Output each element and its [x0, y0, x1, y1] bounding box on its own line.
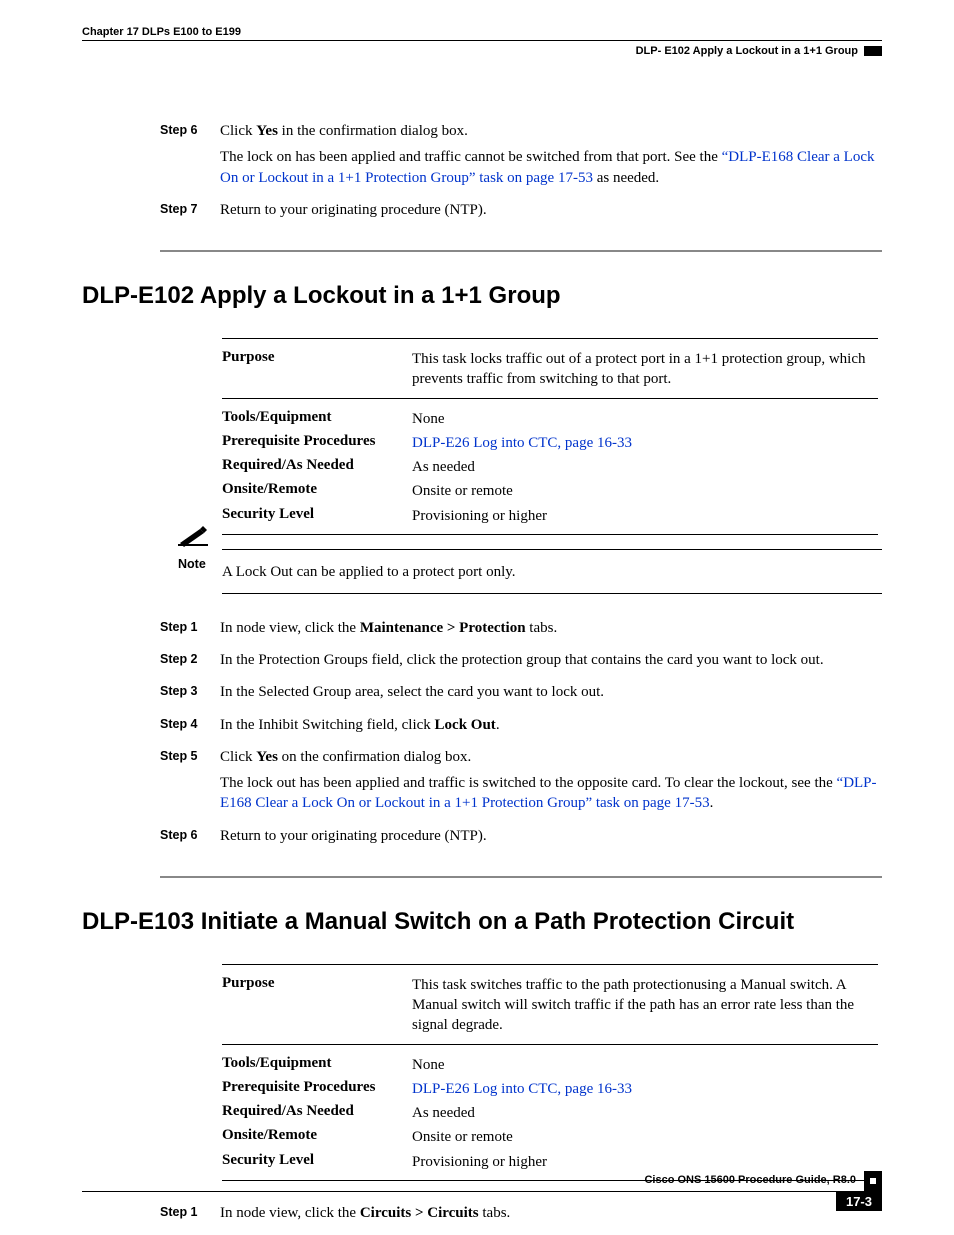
step-row: Step 6 Click Yes in the confirmation dia…	[160, 121, 882, 194]
footer-guide-title: Cisco ONS 15600 Procedure Guide, R8.0	[82, 1171, 864, 1191]
text: In the Protection Groups field, click th…	[220, 650, 882, 670]
rule	[222, 593, 882, 594]
step-row: Step 5 Click Yes on the confirmation dia…	[160, 747, 882, 820]
chapter-header: Chapter 17 DLPs E100 to E199	[82, 26, 882, 40]
bold-text: Maintenance > Protection	[360, 620, 526, 636]
text: tabs.	[526, 620, 558, 636]
step-label: Step 3	[160, 682, 220, 708]
text: Click	[220, 749, 256, 765]
meta-table: PurposeThis task locks traffic out of a …	[222, 338, 882, 535]
text: Return to your originating procedure (NT…	[220, 200, 882, 220]
text: In the Selected Group area, select the c…	[220, 682, 882, 702]
top-steps: Step 6 Click Yes in the confirmation dia…	[82, 121, 882, 226]
meta-key: Prerequisite Procedures	[222, 433, 412, 453]
cross-ref-link[interactable]: DLP-E26 Log into CTC, page 16-33	[412, 435, 632, 451]
meta-val: Provisioning or higher	[412, 506, 878, 526]
title-bar: DLP- E102 Apply a Lockout in a 1+1 Group	[82, 40, 882, 57]
step-row: Step 6 Return to your originating proced…	[160, 826, 882, 852]
rule	[222, 549, 882, 550]
text: on the confirmation dialog box.	[278, 749, 471, 765]
step-body: In the Protection Groups field, click th…	[220, 650, 882, 676]
text: Click	[220, 123, 256, 139]
footer-mark-icon	[864, 1171, 882, 1191]
step-label: Step 1	[160, 618, 220, 644]
step-row: Step 7 Return to your originating proced…	[160, 200, 882, 226]
rule	[222, 964, 878, 965]
rule	[222, 1044, 878, 1045]
cross-ref-link[interactable]: DLP-E26 Log into CTC, page 16-33	[412, 1081, 632, 1097]
step-body: Click Yes on the confirmation dialog box…	[220, 747, 882, 820]
step-body: Return to your originating procedure (NT…	[220, 826, 882, 852]
note-label: Note	[178, 557, 206, 571]
step-label: Step 2	[160, 650, 220, 676]
text: The lock on has been applied and traffic…	[220, 149, 722, 165]
text: Return to your originating procedure (NT…	[220, 826, 882, 846]
step-label: Step 5	[160, 747, 220, 820]
step-row: Step 2 In the Protection Groups field, c…	[160, 650, 882, 676]
page: Chapter 17 DLPs E100 to E199 DLP- E102 A…	[0, 0, 954, 1235]
note-block: Note A Lock Out can be applied to a prot…	[178, 549, 882, 594]
content: Step 6 Click Yes in the confirmation dia…	[82, 57, 882, 1229]
text: In node view, click the	[220, 620, 360, 636]
text: in the confirmation dialog box.	[278, 123, 468, 139]
meta-key: Required/As Needed	[222, 457, 412, 477]
section-heading: DLP-E102 Apply a Lockout in a 1+1 Group	[82, 282, 882, 310]
step-body: Click Yes in the confirmation dialog box…	[220, 121, 882, 194]
meta-val: As needed	[412, 457, 878, 477]
meta-key: Security Level	[222, 1152, 412, 1172]
step-row: Step 4 In the Inhibit Switching field, c…	[160, 715, 882, 741]
step-row: Step 1 In node view, click the Maintenan…	[160, 618, 882, 644]
meta-key: Security Level	[222, 506, 412, 526]
page-number-badge: 17-3	[836, 1192, 882, 1211]
meta-val: Onsite or remote	[412, 1127, 878, 1147]
meta-val: This task switches traffic to the path p…	[412, 975, 878, 1036]
meta-key: Purpose	[222, 975, 412, 1036]
note-pencil-icon	[178, 525, 208, 552]
meta-key: Prerequisite Procedures	[222, 1079, 412, 1099]
step-label: Step 6	[160, 826, 220, 852]
meta-val: None	[412, 409, 878, 429]
page-footer: Cisco ONS 15600 Procedure Guide, R8.0 17…	[82, 1171, 882, 1211]
meta-table: PurposeThis task switches traffic to the…	[222, 964, 882, 1181]
bold-text: Yes	[256, 123, 278, 139]
rule	[222, 338, 878, 339]
note-text: A Lock Out can be applied to a protect p…	[222, 558, 882, 587]
text: as needed.	[593, 170, 659, 186]
meta-key: Tools/Equipment	[222, 1055, 412, 1075]
section-a-steps: Step 1 In node view, click the Maintenan…	[82, 612, 882, 852]
section-rule	[160, 250, 882, 252]
step-body: Return to your originating procedure (NT…	[220, 200, 882, 226]
text: .	[710, 795, 714, 811]
text: In the Inhibit Switching field, click	[220, 717, 435, 733]
section-rule	[160, 876, 882, 878]
step-body: In the Selected Group area, select the c…	[220, 682, 882, 708]
step-body: In node view, click the Maintenance > Pr…	[220, 618, 882, 644]
meta-key: Required/As Needed	[222, 1103, 412, 1123]
meta-key: Onsite/Remote	[222, 481, 412, 501]
rule	[222, 398, 878, 399]
step-label: Step 4	[160, 715, 220, 741]
step-body: In the Inhibit Switching field, click Lo…	[220, 715, 882, 741]
section-heading: DLP-E103 Initiate a Manual Switch on a P…	[82, 908, 882, 936]
meta-val: Onsite or remote	[412, 481, 878, 501]
meta-key: Purpose	[222, 349, 412, 390]
bold-text: Yes	[256, 749, 278, 765]
meta-key: Onsite/Remote	[222, 1127, 412, 1147]
meta-val: None	[412, 1055, 878, 1075]
meta-val: This task locks traffic out of a protect…	[412, 349, 878, 390]
text: .	[496, 717, 500, 733]
meta-key: Tools/Equipment	[222, 409, 412, 429]
rule	[222, 534, 878, 535]
title-bar-block-icon	[864, 46, 882, 56]
step-row: Step 3 In the Selected Group area, selec…	[160, 682, 882, 708]
meta-val: As needed	[412, 1103, 878, 1123]
meta-val: Provisioning or higher	[412, 1152, 878, 1172]
step-label: Step 6	[160, 121, 220, 194]
text: The lock out has been applied and traffi…	[220, 775, 837, 791]
step-label: Step 7	[160, 200, 220, 226]
bold-text: Lock Out	[435, 717, 496, 733]
title-bar-text: DLP- E102 Apply a Lockout in a 1+1 Group	[636, 45, 858, 57]
